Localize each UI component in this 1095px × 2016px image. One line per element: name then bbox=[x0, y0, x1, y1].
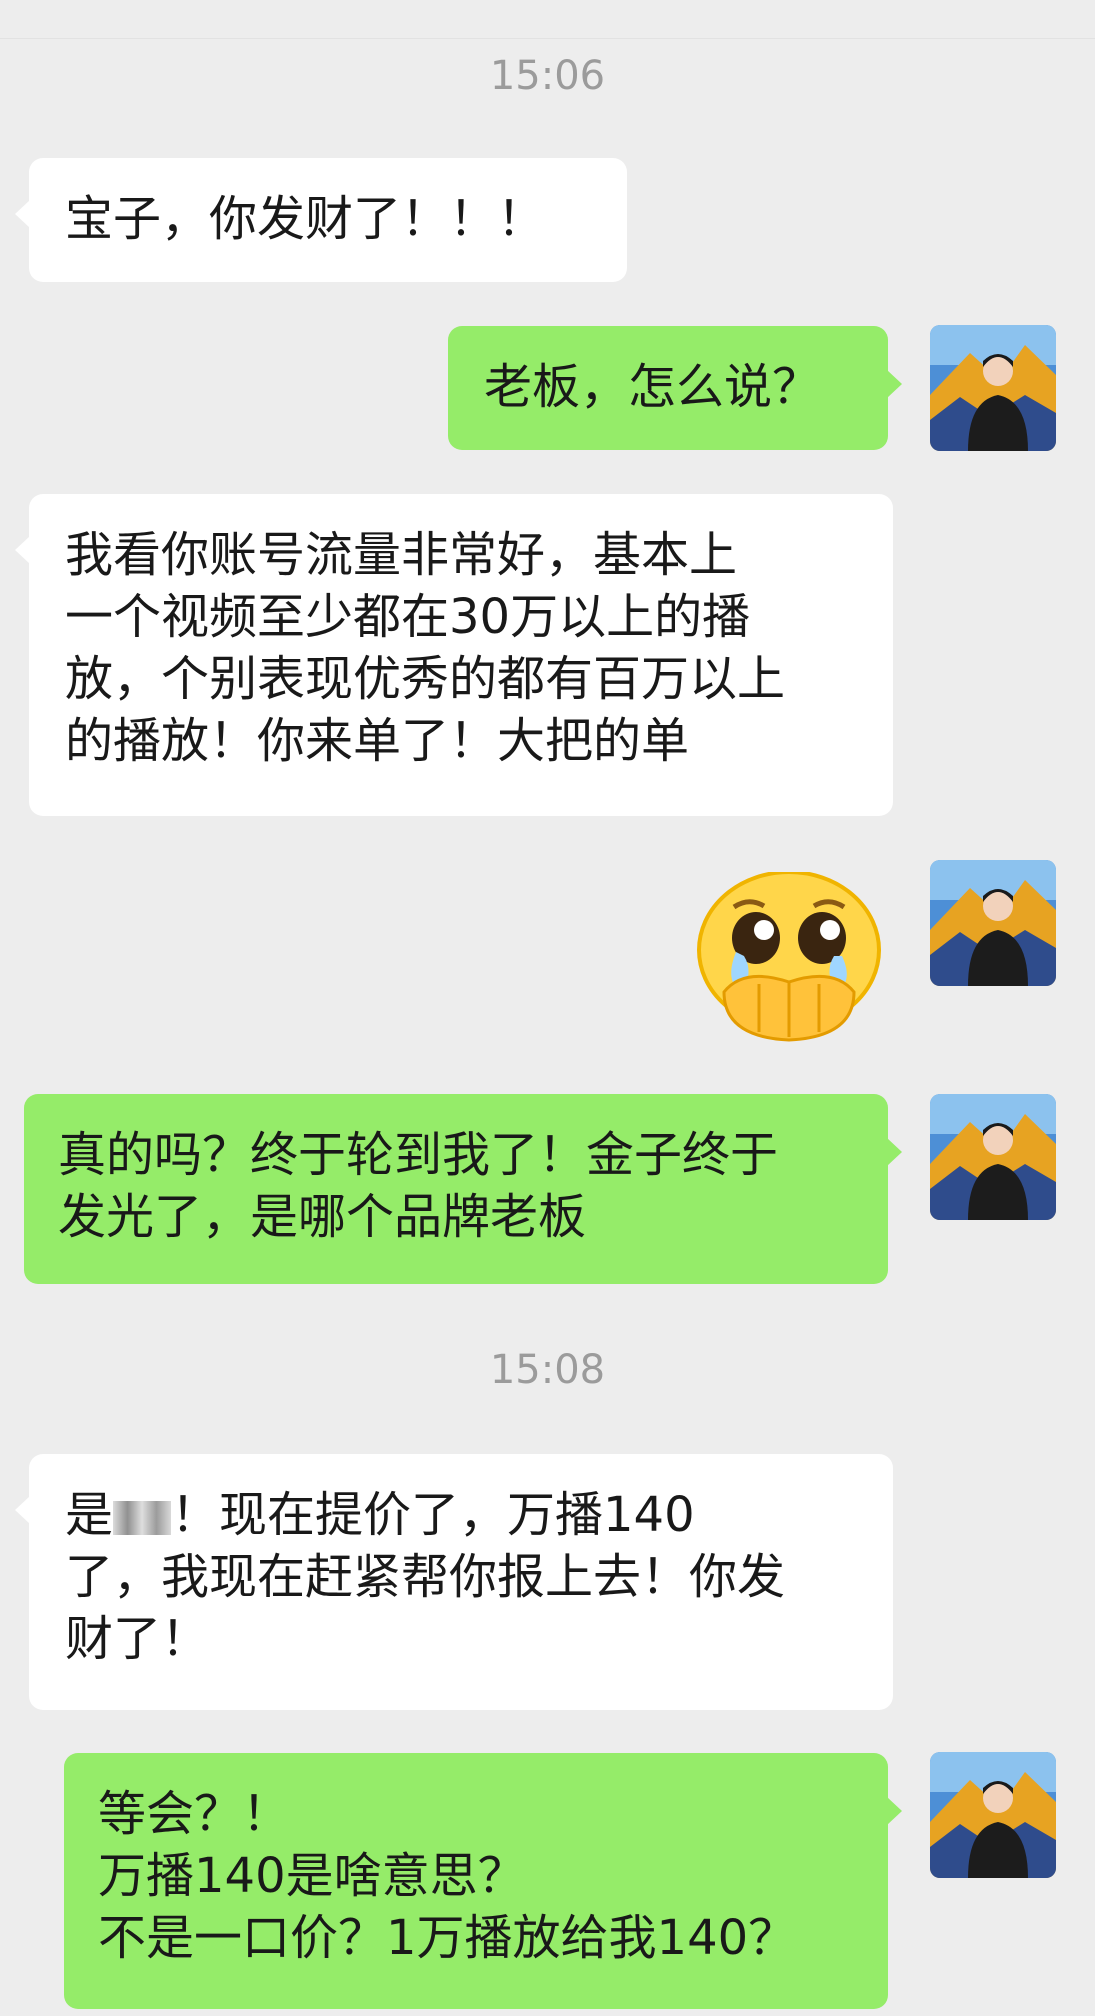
avatar-image-icon bbox=[930, 325, 1056, 451]
avatar-image-icon bbox=[930, 1094, 1056, 1220]
message-bubble-outgoing[interactable]: 真的吗？终于轮到我了！金子终于 发光了，是哪个品牌老板 bbox=[24, 1094, 902, 1284]
message-text-prefix: 是 bbox=[65, 1487, 114, 1543]
timestamp: 15:08 bbox=[489, 1347, 606, 1393]
message-text: ！现在提价了，万播140 了，我现在赶紧帮你报上去！你发 财了！ bbox=[65, 1487, 786, 1667]
message-bubble-incoming[interactable]: 是！现在提价了，万播140 了，我现在赶紧帮你报上去！你发 财了！ bbox=[15, 1454, 893, 1710]
user-avatar[interactable] bbox=[930, 860, 1056, 986]
avatar-image-icon bbox=[930, 860, 1056, 986]
user-avatar[interactable] bbox=[930, 1094, 1056, 1220]
crying-face-covering-mouth-emoji bbox=[697, 870, 881, 1042]
avatar-image-icon bbox=[930, 1752, 1056, 1878]
redacted-brand-name bbox=[113, 1501, 172, 1535]
message-bubble-outgoing[interactable]: 等会？！ 万播140是啥意思？ 不是一口价？1万播放给我140？ bbox=[64, 1753, 902, 2009]
message-bubble-outgoing[interactable]: 老板，怎么说？ bbox=[448, 326, 902, 450]
message-bubble-incoming[interactable]: 我看你账号流量非常好，基本上 一个视频至少都在30万以上的播 放，个别表现优秀的… bbox=[15, 494, 893, 816]
timestamp: 15:06 bbox=[489, 53, 606, 99]
sticker-message[interactable] bbox=[694, 870, 884, 1042]
message-bubble-incoming[interactable]: 宝子，你发财了！！！ bbox=[15, 158, 627, 282]
user-avatar[interactable] bbox=[930, 1752, 1056, 1878]
top-divider bbox=[0, 0, 1095, 39]
user-avatar[interactable] bbox=[930, 325, 1056, 451]
